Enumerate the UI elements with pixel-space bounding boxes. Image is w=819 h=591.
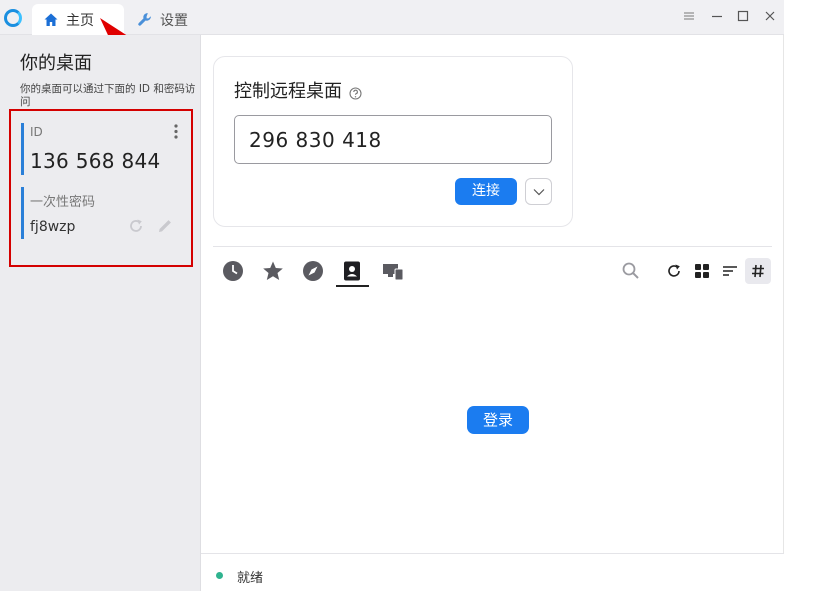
id-label: ID <box>30 125 43 139</box>
your-desktop-title: 你的桌面 <box>20 53 92 74</box>
menu-icon[interactable] <box>681 10 697 26</box>
tab-settings-label: 设置 <box>160 12 188 29</box>
connect-card: 控制远程桌面 连接 <box>213 56 573 227</box>
password-accent-bar <box>21 187 24 239</box>
minimize-icon[interactable] <box>709 10 725 26</box>
your-desktop-description: 你的桌面可以通过下面的 ID 和密码访问 <box>20 83 196 108</box>
grid-view-icon[interactable] <box>691 260 713 282</box>
active-tab-underline <box>336 285 369 287</box>
status-bar: 就绪 <box>201 553 784 591</box>
sort-icon[interactable] <box>719 260 741 282</box>
maximize-icon[interactable] <box>735 10 751 26</box>
left-panel: 你的桌面 你的桌面可以通过下面的 ID 和密码访问 ID 136 568 844… <box>0 35 201 591</box>
edit-password-icon[interactable] <box>156 217 174 235</box>
password-label: 一次性密码 <box>30 195 96 210</box>
recent-sessions-icon[interactable] <box>222 260 244 282</box>
chevron-down-icon <box>533 188 544 195</box>
login-button[interactable]: 登录 <box>467 406 529 434</box>
discovered-icon[interactable] <box>302 260 324 282</box>
connect-options-dropdown[interactable] <box>525 178 552 205</box>
connect-title: 控制远程桌面 <box>234 77 362 103</box>
status-text: 就绪 <box>237 571 264 586</box>
refresh-password-icon[interactable] <box>127 217 145 235</box>
address-book-icon[interactable] <box>341 260 363 282</box>
remote-id-input[interactable] <box>234 115 552 164</box>
close-icon[interactable] <box>762 10 778 26</box>
more-options-icon[interactable] <box>171 123 181 141</box>
section-divider <box>213 246 772 247</box>
tab-home-label: 主页 <box>66 12 94 29</box>
id-value[interactable]: 136 568 844 <box>30 149 161 173</box>
favorites-icon[interactable] <box>262 260 284 282</box>
connect-button[interactable]: 连接 <box>455 178 517 205</box>
lan-devices-icon[interactable] <box>382 260 404 282</box>
home-icon <box>42 11 60 29</box>
search-icon[interactable] <box>620 260 642 282</box>
password-value[interactable]: fj8wzp <box>30 219 75 235</box>
hash-icon[interactable] <box>747 260 769 282</box>
status-indicator-dot <box>216 572 223 579</box>
refresh-icon[interactable] <box>663 260 685 282</box>
app-logo-icon <box>4 9 22 27</box>
id-accent-bar <box>21 123 24 175</box>
connect-title-text: 控制远程桌面 <box>234 81 342 102</box>
help-icon[interactable] <box>349 84 362 100</box>
app-window: 主页 设置 你的桌面 你的桌面可以通过下面的 ID 和密码访问 ID 136 5… <box>0 0 784 591</box>
id-password-box: ID 136 568 844 一次性密码 fj8wzp <box>9 109 193 267</box>
